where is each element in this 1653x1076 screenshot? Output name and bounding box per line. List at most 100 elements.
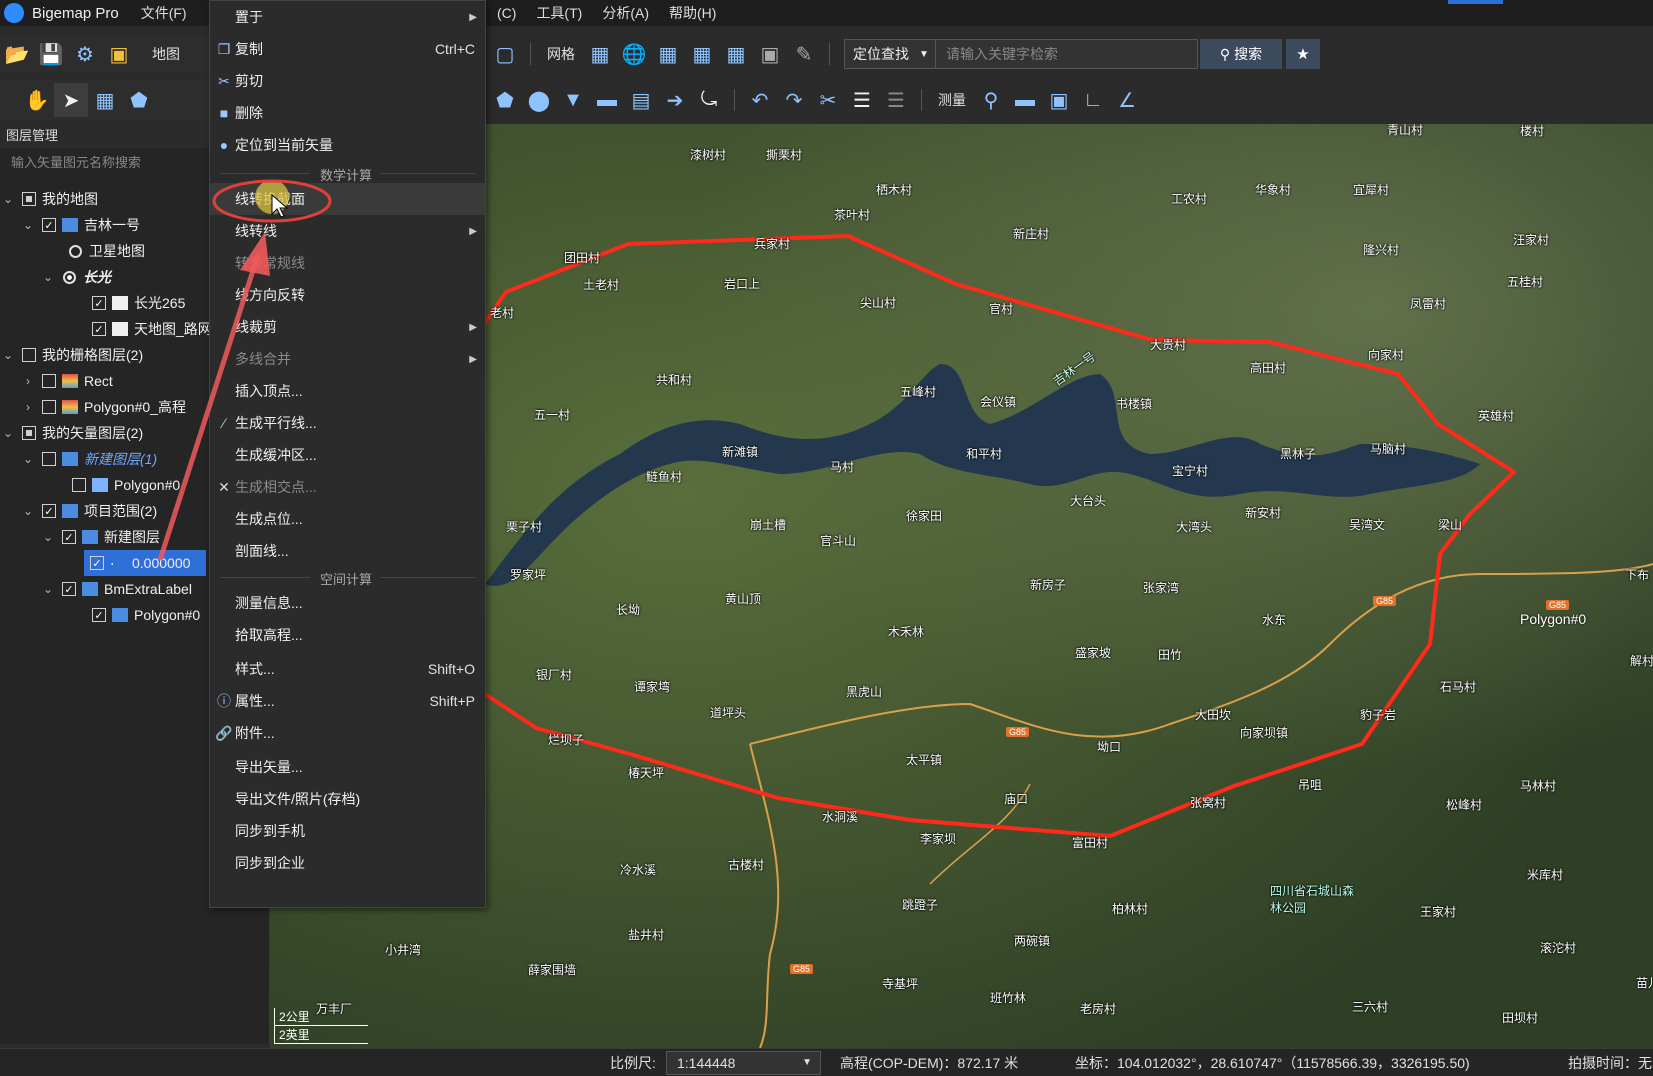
tree-row-satellite[interactable]: 卫星地图 [62,238,145,264]
angle-icon[interactable]: ∟ [1076,83,1110,117]
checkbox[interactable]: ✓ [92,296,106,310]
curve-draw-icon[interactable]: ⤿ [692,83,726,117]
checkbox[interactable] [22,426,36,440]
tree-row-changguang[interactable]: ⌄ 长光 [40,264,111,290]
checkbox[interactable]: ✓ [92,608,106,622]
tree-row-jilin1[interactable]: ⌄ ✓ 吉林一号 [20,212,140,238]
tree-row-new-layer-1[interactable]: ⌄ 新建图层(1) [20,446,157,472]
mgrs-grid-icon[interactable]: ▦ [719,37,753,71]
checkbox[interactable] [22,192,36,206]
circle-draw-icon[interactable]: ⬤ [522,83,556,117]
menu-item-measure-info[interactable]: 测量信息... [210,587,485,619]
tree-row-polygon0-label[interactable]: ✓ Polygon#0 [86,602,200,628]
checkbox[interactable] [72,478,86,492]
menu-file[interactable]: 文件(F) [133,3,195,23]
tree-row-vector-layers[interactable]: ⌄ 我的矢量图层(2) [0,420,143,446]
menu-item-line-clip[interactable]: 线裁剪 ▶ [210,311,485,343]
fullscreen-icon[interactable]: ▢ [488,37,522,71]
custom-grid-icon[interactable]: ▣ [753,37,787,71]
chevron-down-icon[interactable]: ⌄ [40,270,56,284]
menu-item-sync-phone[interactable]: 同步到手机 [210,815,485,847]
menu-item-merge[interactable]: 多线合并 ▶ [210,343,485,375]
tree-row-project-range[interactable]: ⌄ ✓ 项目范围(2) [20,498,157,524]
chevron-down-icon[interactable]: ⌄ [0,192,16,206]
tree-row-polygon0[interactable]: Polygon#0 [66,472,180,498]
chevron-down-icon[interactable]: ⌄ [40,530,56,544]
menu-item-copy[interactable]: ❐ 复制 Ctrl+C [210,33,485,65]
box-select-icon[interactable]: ▦ [88,83,122,117]
menu-item-attachment[interactable]: 🔗 附件... [210,717,485,749]
polygon-select-icon[interactable]: ⬟ [122,83,156,117]
undo-icon[interactable]: ↶ [743,83,777,117]
locate-select[interactable]: 定位查找 ▼ [844,39,936,69]
chevron-right-icon[interactable]: › [20,374,36,388]
polygon-draw-icon[interactable]: ⬟ [488,83,522,117]
distance-icon[interactable]: ▬ [1008,83,1042,117]
checkbox[interactable] [22,348,36,362]
menu-item-intersect[interactable]: ✕ 生成相交点... [210,471,485,503]
image-icon[interactable]: ▣ [102,37,136,71]
tree-row-raster-layers[interactable]: ⌄ 我的栅格图层(2) [0,342,143,368]
redo-icon[interactable]: ↷ [777,83,811,117]
favorite-star-button[interactable]: ★ [1286,39,1320,69]
area-icon[interactable]: ▣ [1042,83,1076,117]
measure-label[interactable]: 测量 [930,90,974,110]
km-grid-icon[interactable]: ▦ [651,37,685,71]
select-arrow-icon[interactable]: ➤ [54,83,88,117]
tree-row-line-selected[interactable]: ✓ ⋅ 0.000000 [84,550,206,576]
checkbox[interactable]: ✓ [42,218,56,232]
chevron-down-icon[interactable]: ⌄ [40,582,56,596]
menu-item-points[interactable]: 生成点位... [210,503,485,535]
checkbox[interactable]: ✓ [92,322,106,336]
tree-row-tianditu[interactable]: ✓ 天地图_路网 [86,316,212,342]
menu-item-line-to-line[interactable]: 线转线 ▶ [210,215,485,247]
chevron-down-icon[interactable]: ⌄ [20,218,36,232]
menu-item-cut[interactable]: ✂ 剪切 [210,65,485,97]
tree-row-polygon-elevation[interactable]: › Polygon#0_高程 [20,394,186,420]
clear-brush-icon[interactable]: ✎ [787,37,821,71]
menu-item-sync-enterprise[interactable]: 同步到企业 [210,847,485,879]
scale-select[interactable]: 1:144448 ▼ [666,1051,821,1075]
menu-item-pick-elevation[interactable]: 拾取高程... [210,619,485,651]
grid-icon[interactable]: ▦ [583,37,617,71]
chevron-down-icon[interactable]: ⌄ [0,348,16,362]
checkbox[interactable]: ✓ [62,530,76,544]
menu-item-to-normal-line[interactable]: 转为常规线 [210,247,485,279]
checkbox[interactable]: ✓ [90,556,104,570]
nm-grid-icon[interactable]: ▦ [685,37,719,71]
checkbox[interactable] [42,400,56,414]
menu-item-reverse[interactable]: 线方向反转 [210,279,485,311]
menu-help[interactable]: 帮助(H) [659,3,726,23]
tree-row-changguang265[interactable]: ✓ 长光265 [86,290,185,316]
open-folder-icon[interactable]: 📂 [0,37,34,71]
checkbox[interactable] [42,374,56,388]
menu-item-buffer[interactable]: 生成缓冲区... [210,439,485,471]
ruler-icon[interactable]: ▬ [590,83,624,117]
pan-hand-icon[interactable]: ✋ [20,83,54,117]
menu-item-style[interactable]: 样式... Shift+O [210,653,485,685]
arrow-draw-icon[interactable]: ➔ [658,83,692,117]
chevron-down-icon[interactable]: ⌄ [20,504,36,518]
map-search-input[interactable]: 请输入关键字检索 [936,39,1198,69]
radio-button[interactable] [69,244,82,258]
tree-row-new-layer[interactable]: ⌄ ✓ 新建图层 [40,524,160,550]
table-icon[interactable]: ☰ [879,83,913,117]
tree-row-rect[interactable]: › Rect [20,368,113,394]
checkbox[interactable]: ✓ [62,582,76,596]
search-button[interactable]: ⚲ 搜索 [1200,39,1282,69]
menu-item-locate[interactable]: ● 定位到当前矢量 [210,129,485,161]
text-draw-icon[interactable]: ▤ [624,83,658,117]
tree-row-my-map[interactable]: ⌄ 我的地图 [0,186,98,212]
menu-item-properties[interactable]: ⓘ 属性... Shift+P [210,685,485,717]
chevron-down-icon[interactable]: ⌄ [0,426,16,440]
menu-edit[interactable]: (C) [487,5,526,21]
checkbox[interactable]: ✓ [42,504,56,518]
menu-item-profile[interactable]: 剖面线... [210,535,485,567]
menu-item-parallel[interactable]: ∕ 生成平行线... [210,407,485,439]
checkbox[interactable] [42,452,56,466]
scissors-icon[interactable]: ✂ [811,83,845,117]
menu-item-export-file[interactable]: 导出文件/照片(存档) [210,783,485,815]
radio-button[interactable] [63,270,76,284]
tree-row-bmextralabel[interactable]: ⌄ ✓ BmExtraLabel [40,576,192,602]
menu-analysis[interactable]: 分析(A) [592,3,659,23]
